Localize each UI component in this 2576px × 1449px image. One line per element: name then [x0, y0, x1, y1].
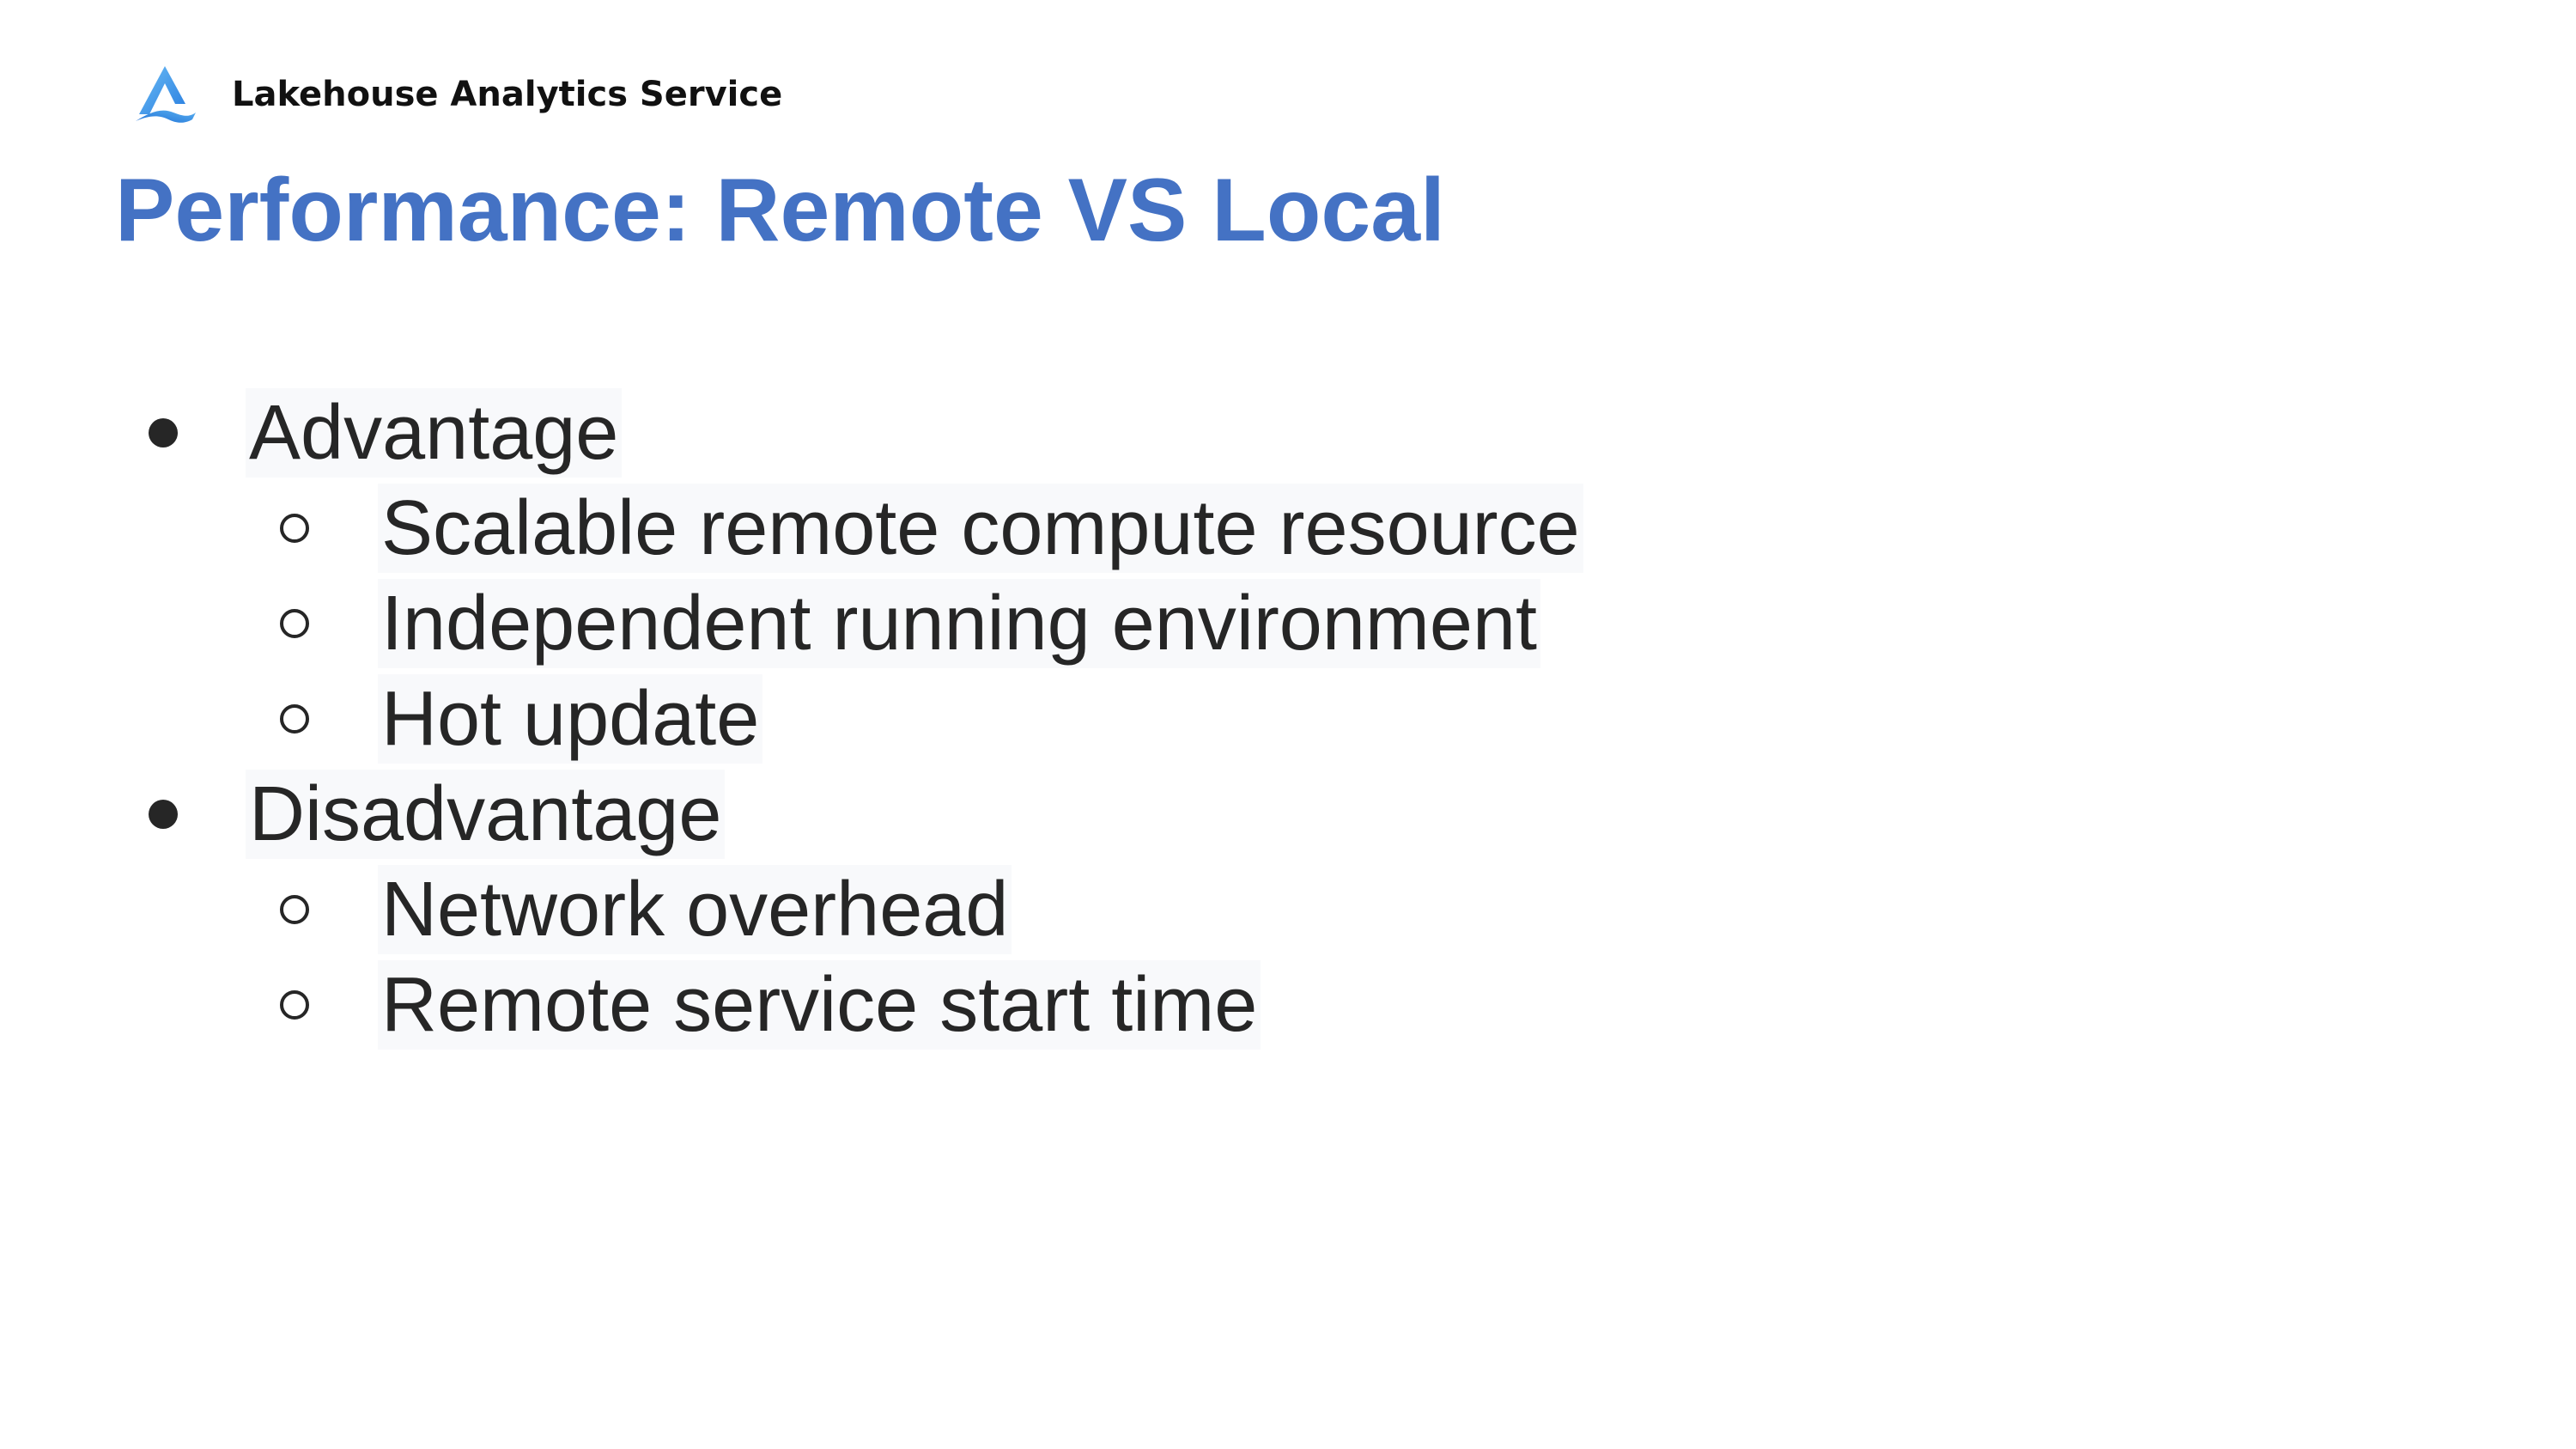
sub-bullet-text: Remote service start time — [378, 959, 1261, 1050]
bullet-list: Advantage Scalable remote compute resour… — [0, 385, 2576, 1052]
sub-bullet-text: Hot update — [378, 673, 763, 764]
sub-bullet-item-scalable: Scalable remote compute resource — [0, 480, 2576, 575]
sub-bullet-item-start-time: Remote service start time — [0, 957, 2576, 1052]
brand-header: Lakehouse Analytics Service — [132, 64, 782, 125]
slide-title: Performance: Remote VS Local — [115, 161, 1445, 260]
hollow-circle-bullet-icon — [280, 703, 309, 734]
bullet-item-disadvantage: Disadvantage — [0, 766, 2576, 861]
bullet-text: Advantage — [246, 387, 623, 478]
sub-bullet-item-network: Network overhead — [0, 861, 2576, 957]
filled-circle-bullet-icon — [149, 799, 178, 829]
filled-circle-bullet-icon — [149, 417, 178, 447]
sub-bullet-item-hot-update: Hot update — [0, 671, 2576, 766]
brand-logo-icon — [136, 66, 196, 123]
sub-bullet-text: Scalable remote compute resource — [378, 483, 1583, 573]
hollow-circle-bullet-icon — [280, 989, 309, 1020]
hollow-circle-bullet-icon — [280, 608, 309, 638]
sub-bullet-item-independent: Independent running environment — [0, 575, 2576, 671]
brand-name: Lakehouse Analytics Service — [232, 75, 783, 114]
bullet-text: Disadvantage — [246, 769, 726, 859]
hollow-circle-bullet-icon — [280, 894, 309, 924]
bullet-item-advantage: Advantage — [0, 385, 2576, 480]
hollow-circle-bullet-icon — [280, 513, 309, 543]
sub-bullet-text: Network overhead — [378, 864, 1012, 954]
sub-bullet-text: Independent running environment — [378, 578, 1541, 668]
